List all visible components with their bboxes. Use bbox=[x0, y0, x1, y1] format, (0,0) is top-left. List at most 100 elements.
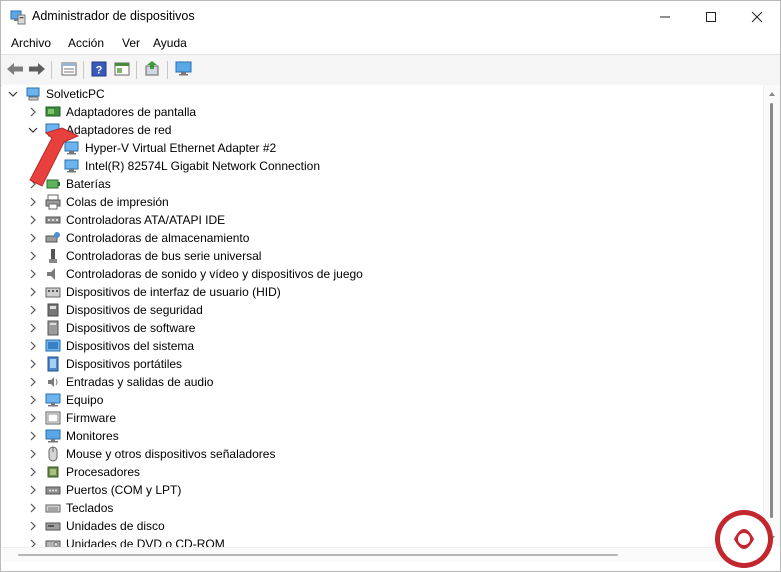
expand-toggle[interactable] bbox=[26, 195, 40, 209]
expand-toggle[interactable] bbox=[26, 447, 40, 461]
tree-category-label[interactable]: Adaptadores de pantalla bbox=[66, 103, 196, 121]
menu-accion[interactable]: Acción bbox=[68, 36, 104, 50]
list-view-icon bbox=[61, 62, 77, 76]
expand-toggle[interactable] bbox=[26, 429, 40, 443]
vertical-scroll-thumb[interactable] bbox=[770, 103, 773, 518]
expand-toggle[interactable] bbox=[26, 231, 40, 245]
tree-device-label[interactable]: Hyper-V Virtual Ethernet Adapter #2 bbox=[85, 139, 276, 157]
help-icon: ? bbox=[91, 61, 107, 77]
help-button[interactable]: ? bbox=[89, 59, 109, 79]
vertical-scrollbar[interactable] bbox=[763, 85, 780, 547]
toolbar-separator bbox=[136, 61, 137, 79]
close-icon bbox=[751, 11, 763, 22]
device-tree[interactable]: SolveticPC Adaptadores de pantalla Adapta… bbox=[2, 85, 763, 547]
expand-toggle[interactable] bbox=[26, 357, 40, 371]
security-device-icon bbox=[47, 303, 59, 317]
computer-icon bbox=[45, 393, 61, 407]
chevron-right-icon bbox=[30, 485, 36, 495]
horizontal-scroll-thumb[interactable] bbox=[18, 554, 618, 556]
ide-controller-icon bbox=[45, 216, 61, 224]
expand-toggle[interactable] bbox=[26, 375, 40, 389]
audio-io-icon bbox=[48, 377, 58, 387]
chevron-right-icon bbox=[30, 503, 36, 513]
close-button[interactable] bbox=[734, 1, 780, 32]
expand-toggle[interactable] bbox=[26, 303, 40, 317]
expand-toggle[interactable] bbox=[26, 519, 40, 533]
scroll-up-icon bbox=[769, 92, 775, 96]
tree-category-label[interactable]: Controladoras ATA/ATAPI IDE bbox=[66, 211, 225, 229]
tree-device-label[interactable]: Intel(R) 82574L Gigabit Network Connecti… bbox=[85, 157, 320, 175]
expand-toggle[interactable] bbox=[26, 465, 40, 479]
expand-toggle[interactable] bbox=[26, 285, 40, 299]
menu-bar: Archivo Acción Ver Ayuda bbox=[1, 32, 780, 54]
menu-ayuda[interactable]: Ayuda bbox=[153, 36, 187, 50]
tree-category-label[interactable]: Entradas y salidas de audio bbox=[66, 373, 213, 391]
root-collapse-toggle[interactable] bbox=[6, 87, 20, 101]
tree-category-label[interactable]: Dispositivos de software bbox=[66, 319, 195, 337]
keyboard-icon bbox=[45, 504, 61, 513]
chevron-right-icon bbox=[30, 215, 36, 225]
chevron-right-icon bbox=[30, 251, 36, 261]
chevron-right-icon bbox=[30, 287, 36, 297]
minimize-icon bbox=[660, 16, 670, 17]
expand-toggle[interactable] bbox=[26, 393, 40, 407]
storage-controller-icon bbox=[45, 232, 60, 243]
forward-arrow-icon bbox=[29, 63, 45, 75]
forward-button[interactable] bbox=[27, 59, 47, 79]
expand-toggle[interactable] bbox=[26, 249, 40, 263]
device-manager-app-icon bbox=[10, 10, 26, 25]
scan-hardware-button[interactable] bbox=[174, 59, 194, 79]
chevron-right-icon bbox=[30, 341, 36, 351]
expand-toggle[interactable] bbox=[26, 501, 40, 515]
tree-category-label[interactable]: Controladoras de almacenamiento bbox=[66, 229, 249, 247]
computer-root-icon bbox=[26, 87, 40, 101]
maximize-button[interactable] bbox=[688, 1, 734, 32]
expand-toggle[interactable] bbox=[26, 339, 40, 353]
tree-category-label[interactable]: Controladoras de sonido y vídeo y dispos… bbox=[66, 265, 363, 283]
update-driver-icon bbox=[145, 61, 159, 76]
portable-device-icon bbox=[47, 356, 59, 372]
tree-category-label[interactable]: Dispositivos del sistema bbox=[66, 337, 194, 355]
tree-category-label[interactable]: Puertos (COM y LPT) bbox=[66, 481, 181, 499]
system-device-icon bbox=[45, 339, 61, 352]
chevron-right-icon bbox=[30, 395, 36, 405]
window-view-icon bbox=[114, 62, 130, 76]
update-driver-button[interactable] bbox=[143, 59, 163, 79]
tree-root-label[interactable]: SolveticPC bbox=[46, 85, 105, 103]
menu-ver[interactable]: Ver bbox=[122, 36, 140, 50]
view-button[interactable] bbox=[112, 59, 132, 79]
monitor-icon bbox=[45, 429, 61, 443]
tree-category-label[interactable]: Unidades de disco bbox=[66, 517, 165, 535]
menu-archivo[interactable]: Archivo bbox=[11, 36, 51, 50]
expand-toggle[interactable] bbox=[26, 537, 40, 547]
tree-category-label[interactable]: Teclados bbox=[66, 499, 113, 517]
port-icon bbox=[45, 486, 61, 495]
chevron-right-icon bbox=[30, 305, 36, 315]
hid-icon bbox=[45, 287, 61, 298]
toolbar-separator bbox=[167, 61, 168, 79]
tree-category-label[interactable]: Firmware bbox=[66, 409, 116, 427]
chevron-right-icon bbox=[30, 449, 36, 459]
tree-category-label[interactable]: Mouse y otros dispositivos señaladores bbox=[66, 445, 275, 463]
expand-toggle[interactable] bbox=[26, 411, 40, 425]
properties-list-button[interactable] bbox=[59, 59, 79, 79]
horizontal-scrollbar[interactable] bbox=[2, 547, 763, 562]
expand-toggle[interactable] bbox=[26, 105, 40, 119]
tree-category-label[interactable]: Procesadores bbox=[66, 463, 140, 481]
back-button[interactable] bbox=[5, 59, 25, 79]
tree-category-label[interactable]: Dispositivos portátiles bbox=[66, 355, 182, 373]
tree-category-label[interactable]: Controladoras de bus serie universal bbox=[66, 247, 261, 265]
tree-category-label[interactable]: Unidades de DVD o CD-ROM bbox=[66, 535, 225, 547]
expand-toggle[interactable] bbox=[26, 483, 40, 497]
tree-category-label[interactable]: Monitores bbox=[66, 427, 119, 445]
minimize-button[interactable] bbox=[642, 1, 688, 32]
expand-toggle[interactable] bbox=[26, 267, 40, 281]
expand-toggle[interactable] bbox=[26, 213, 40, 227]
tree-category-label[interactable]: Dispositivos de interfaz de usuario (HID… bbox=[66, 283, 281, 301]
tree-category-label[interactable]: Colas de impresión bbox=[66, 193, 169, 211]
maximize-icon bbox=[706, 11, 716, 22]
tree-category-label[interactable]: Equipo bbox=[66, 391, 103, 409]
chevron-right-icon bbox=[30, 521, 36, 531]
expand-toggle[interactable] bbox=[26, 321, 40, 335]
tree-category-label[interactable]: Dispositivos de seguridad bbox=[66, 301, 203, 319]
